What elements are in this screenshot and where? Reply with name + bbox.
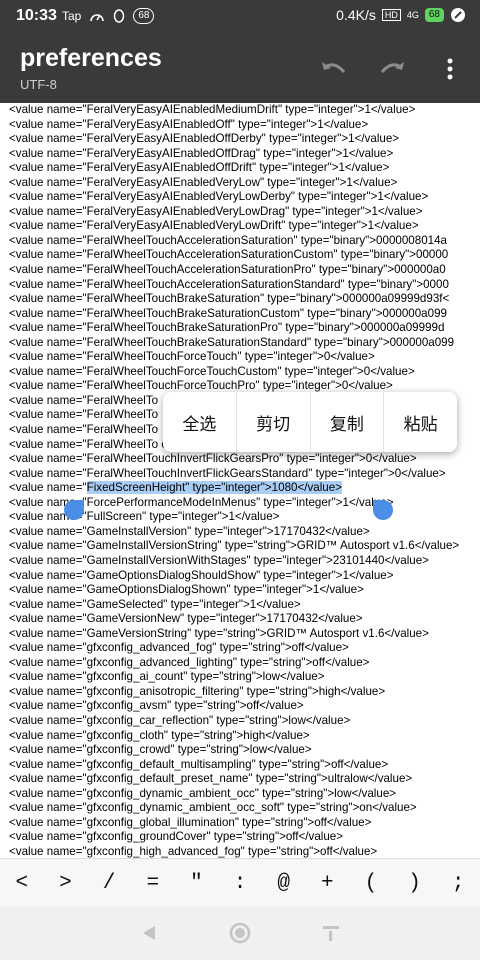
code-line: <value name="GameInstallVersionWithStage… [9,553,429,567]
network-speed: 0.4K/s [336,7,376,23]
text-selection-menu: 全选 剪切 复制 粘贴 [163,392,457,452]
selected-text[interactable]: FixedScreenHeight" type="integer">1080</… [86,481,342,495]
undo-icon [322,62,346,73]
more-vert-icon [447,58,453,80]
code-line: <value name="gfxconfig_cloth" type="stri… [9,728,310,742]
symbol-quote[interactable]: " [175,859,219,907]
code-line: <value name="FeralWheelTouchAcceleration… [9,233,447,247]
symbol-at[interactable]: @ [262,859,306,907]
battery-icon: 68 [424,8,444,22]
code-line: <value name="GameVersionNew" type="integ… [9,612,363,626]
code-line: <value name="FixedScreenHeight" type="in… [9,481,342,495]
code-line: <value name="FeralVeryEasyAIEnabledMediu… [9,103,416,116]
code-line: <value name="GameVersionString" type="st… [9,626,429,640]
symbol-close-paren[interactable]: ) [393,859,437,907]
code-line: <value name="gfxconfig_ai_count" type="s… [9,670,325,684]
code-line: <value name="FeralWheelTouchBrakeSaturat… [9,321,445,335]
penguin-icon [114,9,125,23]
code-line: <value name="GameInstallVersion" type="i… [9,524,370,538]
code-line: <value name="gfxconfig_default_preset_na… [9,772,413,786]
code-line: <value name="gfxconfig_advanced_lighting… [9,655,370,669]
editor-lines: <value name="FeralVeryEasyAIEnabledMediu… [0,103,480,858]
code-line: <value name="FeralVeryEasyAIEnabledVeryL… [9,175,398,189]
page-title: preferences [20,44,162,72]
encoding-label: UTF-8 [20,77,57,92]
status-bar: 10:33 Tap 68 0.4K/s HD 4G 68 [0,0,480,34]
code-line: <value name="FeralWheelTouchAcceleration… [9,263,446,277]
code-line: <value name="gfxconfig_anisotropic_filte… [9,684,386,698]
redo-button[interactable] [374,52,410,86]
symbol-plus[interactable]: + [305,859,349,907]
code-line: <value name="FeralWheelTouchForceTouchCu… [9,364,415,378]
symbol-greater-than[interactable]: > [44,859,88,907]
speed-circle-icon [451,8,465,22]
symbol-equals[interactable]: = [131,859,175,907]
status-left-icons: Tap 68 [62,8,155,24]
symbol-less-than[interactable]: < [0,859,44,907]
speedometer-icon [90,14,105,22]
selection-end-handle[interactable] [373,500,393,520]
code-line: <value name="GameOptionsDialogShown" typ… [9,583,364,597]
select-all-button[interactable]: 全选 [163,392,237,452]
notification-count-badge: 68 [133,8,155,24]
symbol-semicolon[interactable]: ; [436,859,480,907]
code-line: <value name="FeralWheelTouchAcceleration… [9,248,449,262]
code-line: <value name="FeralWheelTouchBrakeSaturat… [9,292,450,306]
tap-app-label: Tap [62,9,82,23]
code-line: <value name="FeralVeryEasyAIEnabledOff" … [9,117,369,131]
code-line: <value name="FeralVeryEasyAIEnabledOffDr… [9,146,394,160]
code-line: <value name="gfxconfig_avsm" type="strin… [9,699,304,713]
status-right-icons: 0.4K/s HD 4G 68 [336,7,466,23]
text-editor[interactable]: <value name="FeralVeryEasyAIEnabledMediu… [0,103,480,858]
app-toolbar: 10:33 Tap 68 0.4K/s HD 4G 68 preferences… [0,0,480,103]
redo-icon [380,62,404,73]
system-nav-bar [0,906,480,960]
code-line: <value name="FeralVeryEasyAIEnabledOffDr… [9,161,390,175]
home-icon[interactable] [229,922,251,944]
code-line: <value name="GameOptionsDialogShouldShow… [9,568,394,582]
more-options-button[interactable] [432,52,468,86]
code-line: <value name="FeralWheelTouchAcceleration… [9,277,449,291]
back-icon[interactable] [139,923,159,943]
hd-icon: HD [381,9,401,21]
recents-icon[interactable] [321,923,341,943]
code-line: <value name="FeralWheelTouchInvertFlickG… [9,452,417,466]
code-line: <value name="FeralWheelTouchBrakeSaturat… [9,335,455,349]
copy-button[interactable]: 复制 [311,392,385,452]
code-line: <value name="GameSelected" type="integer… [9,597,301,611]
paste-button[interactable]: 粘贴 [384,392,457,452]
code-line: <value name="FeralVeryEasyAIEnabledVeryL… [9,219,419,233]
code-line: <value name="FeralWheelTouchInvertFlickG… [9,466,446,480]
code-line: <value name="FeralWheelTouchForceTouch" … [9,350,375,364]
code-line: <value name="FeralWheelTouchBrakeSaturat… [9,306,447,320]
code-line: <value name="gfxconfig_groundCover" type… [9,830,344,844]
selection-start-handle[interactable] [64,500,84,520]
code-line: <value name="GameInstallVersionString" t… [9,539,460,553]
undo-button[interactable] [316,52,352,86]
symbol-open-paren[interactable]: ( [349,859,393,907]
symbol-colon[interactable]: : [218,859,262,907]
code-line: <value name="gfxconfig_advanced_fog" typ… [9,641,349,655]
code-line: <value name="FeralVeryEasyAIEnabledVeryL… [9,204,423,218]
signal-icon: 4G [406,10,419,20]
code-line: <value name="gfxconfig_global_illuminati… [9,815,372,829]
symbol-slash[interactable]: / [87,859,131,907]
code-line: <value name="gfxconfig_high_advanced_fog… [9,844,378,858]
cut-button[interactable]: 剪切 [237,392,311,452]
code-line: <value name="gfxconfig_dynamic_ambient_o… [9,786,397,800]
symbol-bar: < > / = " : @ + ( ) ; [0,858,480,907]
status-time: 10:33 [16,7,57,24]
code-line: <value name="gfxconfig_crowd" type="stri… [9,743,312,757]
code-line: <value name="FeralVeryEasyAIEnabledVeryL… [9,190,429,204]
code-line: <value name="FeralVeryEasyAIEnabledOffDe… [9,132,400,146]
code-line: <value name="gfxconfig_car_reflection" t… [9,713,351,727]
code-line: <value name="gfxconfig_default_multisamp… [9,757,389,771]
code-line: <value name="gfxconfig_dynamic_ambient_o… [9,801,417,815]
